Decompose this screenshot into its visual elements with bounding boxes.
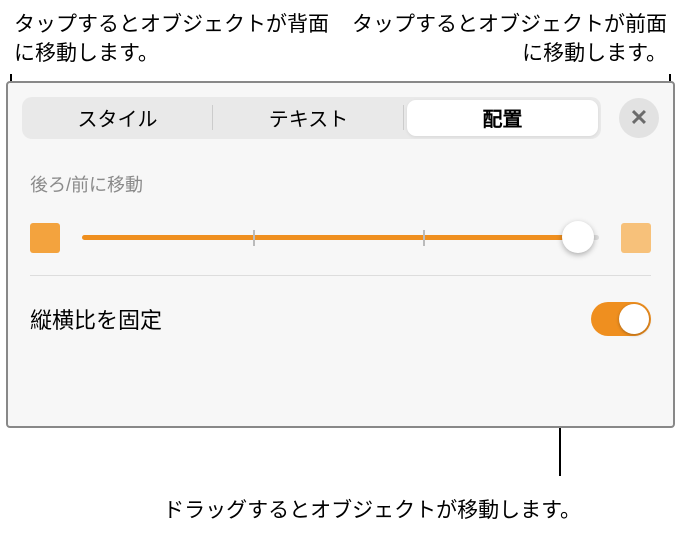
tab-text[interactable]: テキスト	[213, 97, 404, 139]
segmented-control: スタイル テキスト 配置	[22, 97, 601, 139]
layer-slider-row	[8, 205, 673, 275]
move-to-front-button[interactable]	[621, 223, 651, 253]
slider-track-fill	[82, 235, 578, 240]
callout-drag-slider: ドラッグするとオブジェクトが移動します。	[163, 496, 581, 525]
slider-tick	[253, 230, 255, 246]
slider-thumb[interactable]	[562, 221, 594, 253]
aspect-ratio-toggle[interactable]	[591, 302, 651, 336]
toggle-knob	[619, 304, 649, 334]
tab-style[interactable]: スタイル	[22, 97, 213, 139]
layer-slider[interactable]	[82, 235, 599, 240]
tab-arrange[interactable]: 配置	[407, 100, 598, 136]
aspect-ratio-row: 縦横比を固定	[8, 276, 673, 356]
move-back-front-label: 後ろ/前に移動	[8, 139, 673, 205]
slider-tick	[423, 230, 425, 246]
format-panel: スタイル テキスト 配置 ✕ 後ろ/前に移動 縦横比を固定	[6, 81, 675, 428]
close-icon: ✕	[630, 105, 648, 131]
callout-move-back: タップするとオブジェクトが背面に移動します。	[14, 10, 341, 69]
close-button[interactable]: ✕	[619, 98, 659, 138]
move-to-back-button[interactable]	[30, 223, 60, 253]
tab-bar: スタイル テキスト 配置 ✕	[8, 83, 673, 139]
aspect-ratio-label: 縦横比を固定	[30, 303, 162, 335]
callout-move-front: タップするとオブジェクトが前面に移動します。	[341, 10, 668, 69]
